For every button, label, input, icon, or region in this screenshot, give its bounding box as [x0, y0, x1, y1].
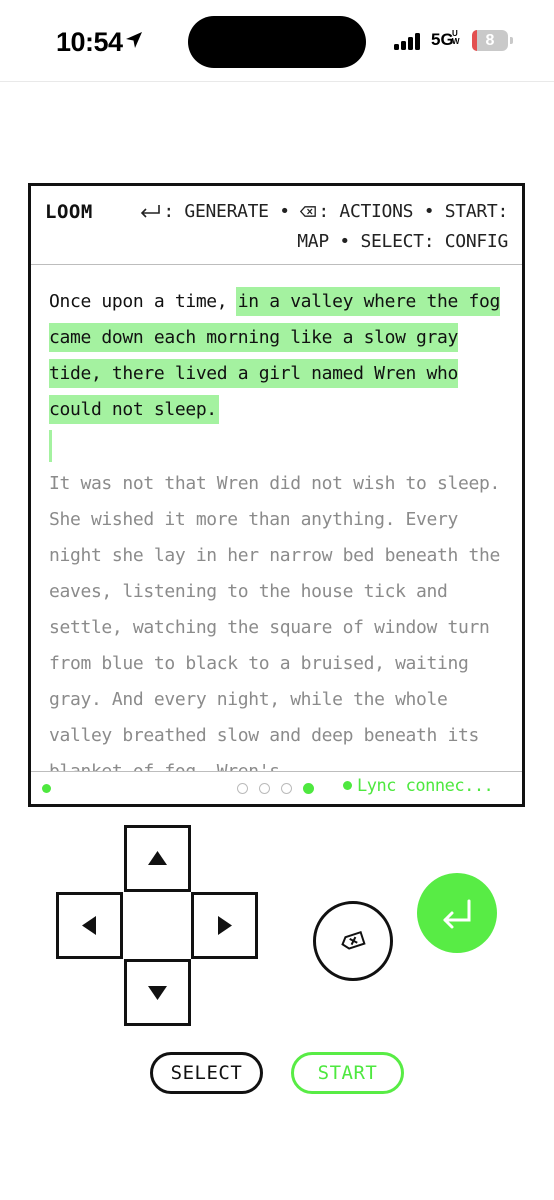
- backspace-icon: [341, 930, 366, 950]
- battery-level: 8: [485, 32, 495, 49]
- screen-footer: Lync connec...: [31, 771, 522, 804]
- battery-cap: [510, 37, 513, 44]
- arrow-right-icon: [218, 916, 232, 935]
- hint-actions: : ACTIONS • START:: [318, 201, 508, 222]
- enter-key-icon: [141, 205, 161, 218]
- story-paragraph-2: It was not that Wren did not wish to sle…: [49, 473, 500, 782]
- connection-dot-icon: [343, 781, 352, 790]
- text-cursor: [49, 430, 52, 462]
- network-type: 5G: [431, 30, 454, 49]
- status-time: 10:54: [56, 27, 123, 57]
- page-dot: [237, 783, 248, 794]
- controls-hint-line-1: : GENERATE • : ACTIONS • START:: [139, 201, 508, 222]
- page-dot: [281, 783, 292, 794]
- page-dot-active: [303, 783, 314, 794]
- activity-indicator: [42, 784, 51, 793]
- select-button[interactable]: SELECT: [150, 1052, 263, 1094]
- controls-hint-line-2: MAP • SELECT: CONFIG: [297, 231, 508, 252]
- enter-icon: [443, 899, 471, 929]
- connection-status: Lync connec...: [343, 776, 494, 796]
- story-text[interactable]: Once upon a time, in a valley where the …: [49, 284, 509, 790]
- enter-generate-button[interactable]: [417, 873, 497, 953]
- app-title: LOOM: [45, 201, 93, 223]
- location-arrow-icon: [126, 32, 142, 48]
- battery-icon: 8: [472, 30, 508, 51]
- hint-generate: : GENERATE •: [163, 201, 301, 222]
- backspace-key-icon: [300, 206, 317, 217]
- connection-status-text: Lync connec...: [357, 776, 494, 796]
- dpad-right-button[interactable]: [191, 892, 258, 959]
- status-bar: 10:54 5G UW 8: [0, 0, 554, 82]
- arrow-up-icon: [148, 851, 167, 865]
- story-paragraph-1: Once upon a time, in a valley where the …: [49, 284, 509, 428]
- dpad-left-button[interactable]: [56, 892, 123, 959]
- signal-bars-icon: [394, 32, 424, 50]
- dpad-center: [124, 892, 191, 959]
- arrow-down-icon: [148, 986, 167, 1000]
- screen-header: LOOM : GENERATE • : ACTIONS • START: MAP…: [31, 186, 522, 265]
- arrow-left-icon: [82, 916, 96, 935]
- dpad-down-button[interactable]: [124, 959, 191, 1026]
- backspace-button[interactable]: [313, 901, 393, 981]
- start-button[interactable]: START: [291, 1052, 404, 1094]
- page-dot: [259, 783, 270, 794]
- device-screen: LOOM : GENERATE • : ACTIONS • START: MAP…: [28, 183, 525, 807]
- dpad-up-button[interactable]: [124, 825, 191, 892]
- dynamic-island: [188, 16, 366, 68]
- network-type-sup: UW: [452, 29, 460, 46]
- story-plain-text: Once upon a time,: [49, 291, 238, 312]
